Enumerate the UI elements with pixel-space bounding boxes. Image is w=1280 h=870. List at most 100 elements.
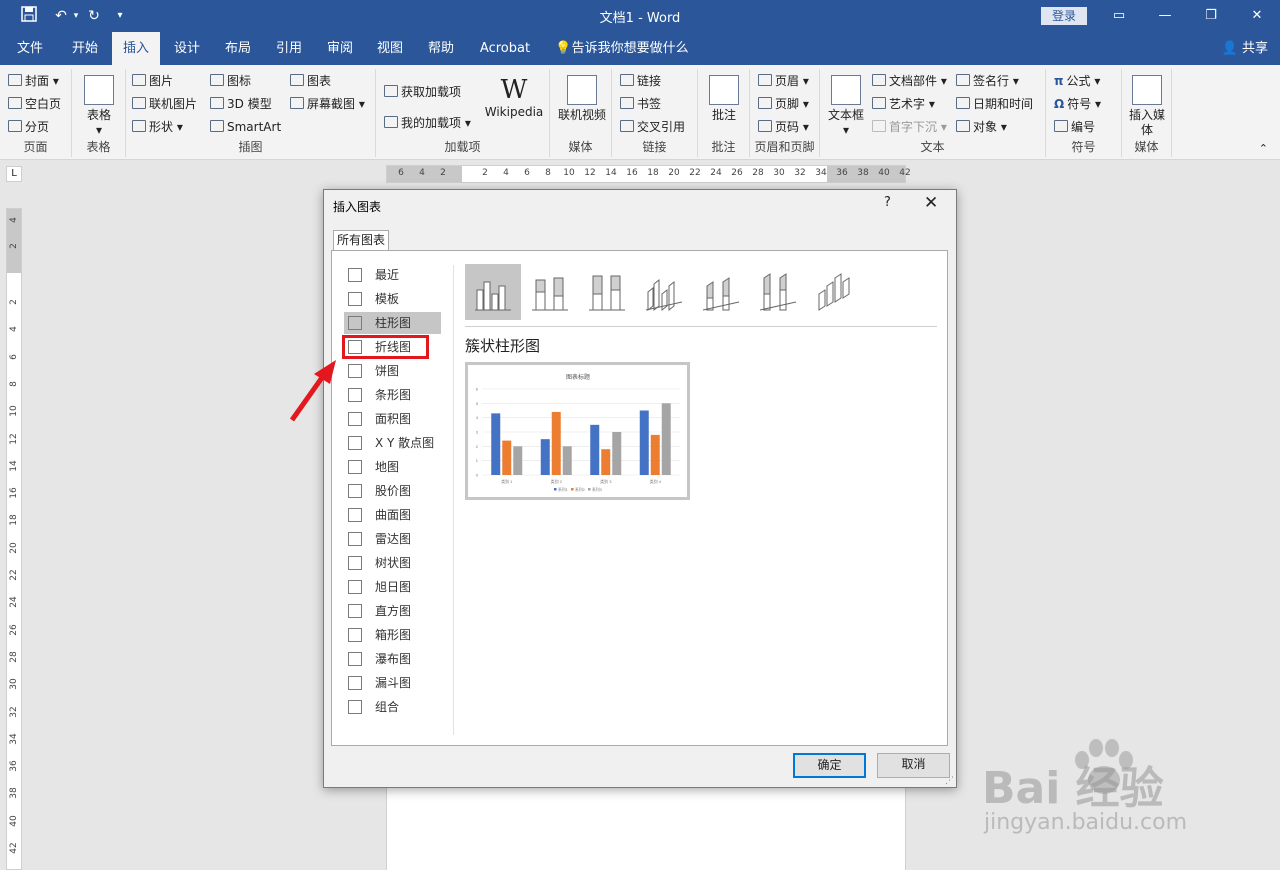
chart-bar [540, 439, 550, 475]
cross-reference-button[interactable]: 交叉引用 [620, 117, 685, 137]
title-bar: ↶ ▾ ↻ ▾ 文档1 - Word 登录 ▭ — ❐ ✕ [0, 0, 1280, 32]
subtype-100-stacked-column[interactable] [579, 264, 635, 320]
shapes-button[interactable]: 形状 ▾ [132, 117, 183, 137]
tab-home[interactable]: 开始 [62, 32, 108, 65]
chart-y-ticks: 0 1 2 3 4 5 6 [476, 387, 479, 478]
chart-category-item[interactable]: 面积图 [344, 408, 441, 430]
chart-button[interactable]: 图表 [290, 71, 331, 91]
tab-references[interactable]: 引用 [266, 32, 312, 65]
screenshot-button[interactable]: 屏幕截图 ▾ [290, 94, 365, 114]
tab-selector[interactable]: L [6, 166, 22, 182]
table-button[interactable]: 表格 ▾ [80, 75, 118, 138]
chart-category-item[interactable]: 股价图 [344, 480, 441, 502]
textbox-button[interactable]: 文本框 ▾ [824, 75, 868, 138]
tab-help[interactable]: 帮助 [418, 32, 464, 65]
close-icon[interactable]: ✕ [924, 193, 938, 213]
vertical-ruler[interactable]: 4 2 2 4 6 8 10 12 14 16 18 20 22 24 26 28 30 32 34 36 38 40 42 [6, 208, 22, 870]
object-button[interactable]: 对象 ▾ [956, 117, 1007, 137]
wordart-button[interactable]: 艺术字 ▾ [872, 94, 935, 114]
page-break-button[interactable]: 分页 [8, 117, 49, 137]
bookmark-button[interactable]: 书签 [620, 94, 661, 114]
drop-cap-button[interactable]: 首字下沉 ▾ [872, 117, 947, 137]
subtype-clustered-column[interactable] [465, 264, 521, 320]
tab-view[interactable]: 视图 [368, 32, 412, 65]
tab-file[interactable]: 文件 [8, 32, 52, 65]
chart-category-item[interactable]: 模板 [344, 288, 441, 310]
chart-category-item[interactable]: 直方图 [344, 600, 441, 622]
chart-category-item[interactable]: 瀑布图 [344, 648, 441, 670]
subtype-3d-column[interactable] [807, 264, 863, 320]
new-comment-button[interactable]: 批注 [704, 75, 744, 123]
quick-parts-button[interactable]: 文档部件 ▾ [872, 71, 947, 91]
subtype-3d-stacked-column[interactable] [693, 264, 749, 320]
chart-category-item[interactable]: 柱形图 [344, 312, 441, 334]
footer-button[interactable]: 页脚 ▾ [758, 94, 809, 114]
subtype-3d-clustered-column[interactable] [636, 264, 692, 320]
cancel-button[interactable]: 取消 [877, 753, 950, 778]
get-addins-button[interactable]: 获取加载项 [384, 82, 461, 102]
blank-page-label: 空白页 [25, 97, 62, 111]
chart-category-item[interactable]: 箱形图 [344, 624, 441, 646]
link-button[interactable]: 链接 [620, 71, 661, 91]
online-video-button[interactable]: 联机视频 [554, 75, 610, 123]
chart-category-item[interactable]: 组合 [344, 696, 441, 718]
my-addins-button[interactable]: 我的加载项 ▾ [384, 113, 471, 133]
tab-layout[interactable]: 布局 [216, 32, 260, 65]
header-button[interactable]: 页眉 ▾ [758, 71, 809, 91]
blank-page-button[interactable]: 空白页 [8, 94, 61, 114]
chart-category-item[interactable]: X Y 散点图 [344, 432, 441, 454]
chart-category-item[interactable]: 漏斗图 [344, 672, 441, 694]
drop-cap-icon [872, 120, 886, 132]
minimize-icon[interactable]: — [1150, 4, 1180, 28]
subtype-3d-100-stacked-column[interactable] [750, 264, 806, 320]
textbox-icon [831, 75, 861, 105]
smartart-button[interactable]: SmartArt [210, 117, 281, 137]
help-icon[interactable]: ? [884, 195, 891, 210]
equation-button[interactable]: π 公式 ▾ [1054, 71, 1100, 91]
share-button[interactable]: 👤 共享 [1222, 32, 1268, 65]
chart-category-item[interactable]: 树状图 [344, 552, 441, 574]
icons-button[interactable]: 图标 [210, 71, 251, 91]
signature-line-button[interactable]: 签名行 ▾ [956, 71, 1019, 91]
tab-insert[interactable]: 插入 [112, 32, 160, 65]
date-time-button[interactable]: 日期和时间 [956, 94, 1033, 114]
tab-all-charts[interactable]: 所有图表 [333, 230, 390, 250]
ruler-tick: 18 [647, 168, 659, 178]
ok-button[interactable]: 确定 [793, 753, 866, 778]
login-button[interactable]: 登录 [1041, 7, 1087, 25]
horizontal-ruler[interactable]: 6 4 2 2 4 6 8 10 12 14 16 18 20 22 24 26 28 30 32 34 36 38 40 4… [386, 165, 911, 183]
chart-category-item[interactable]: 旭日图 [344, 576, 441, 598]
tab-acrobat[interactable]: Acrobat [474, 32, 536, 65]
group-text: 文本框 ▾ 文档部件 ▾ 艺术字 ▾ 首字下沉 ▾ 签名行 ▾ 日期和时间 对象 … [820, 69, 1046, 157]
cover-page-button[interactable]: 封面 ▾ [8, 71, 59, 91]
page-number-button[interactable]: 页码 ▾ [758, 117, 809, 137]
wikipedia-button[interactable]: W Wikipedia [482, 75, 546, 120]
3d-models-button[interactable]: 3D 模型 [210, 94, 272, 114]
chart-category-item[interactable]: 地图 [344, 456, 441, 478]
chart-category-icon [348, 484, 362, 498]
resize-grip-icon[interactable]: ⋰ [945, 776, 954, 786]
restore-icon[interactable]: ❐ [1196, 4, 1226, 28]
ribbon-display-options-icon[interactable]: ▭ [1104, 4, 1134, 28]
object-icon [956, 120, 970, 132]
chart-preview[interactable]: 图表标题 0 1 2 3 4 5 6 类别 1 类别 2 类别 3 类别 4 系列1 系列2 系列3 [465, 362, 690, 500]
symbol-button[interactable]: Ω 符号 ▾ [1054, 94, 1101, 114]
tab-review[interactable]: 审阅 [318, 32, 362, 65]
collapse-ribbon-icon[interactable]: ⌃ [1259, 142, 1268, 155]
online-pictures-button[interactable]: 联机图片 [132, 94, 197, 114]
chart-category-item[interactable]: 条形图 [344, 384, 441, 406]
date-time-label: 日期和时间 [973, 97, 1034, 111]
chart-category-item[interactable]: 饼图 [344, 360, 441, 382]
insert-media-button[interactable]: 插入媒体 [1126, 75, 1168, 138]
subtype-stacked-column[interactable] [522, 264, 578, 320]
chart-category-item[interactable]: 雷达图 [344, 528, 441, 550]
chart-category-item[interactable]: 曲面图 [344, 504, 441, 526]
document-page[interactable] [386, 787, 906, 870]
tell-me-search[interactable]: 💡告诉我你想要做什么 [552, 32, 692, 65]
chart-category-item[interactable]: 最近 [344, 264, 441, 286]
close-window-icon[interactable]: ✕ [1242, 4, 1272, 28]
number-button[interactable]: 编号 [1054, 117, 1095, 137]
pictures-button[interactable]: 图片 [132, 71, 173, 91]
highlight-box [342, 335, 429, 359]
tab-design[interactable]: 设计 [166, 32, 208, 65]
